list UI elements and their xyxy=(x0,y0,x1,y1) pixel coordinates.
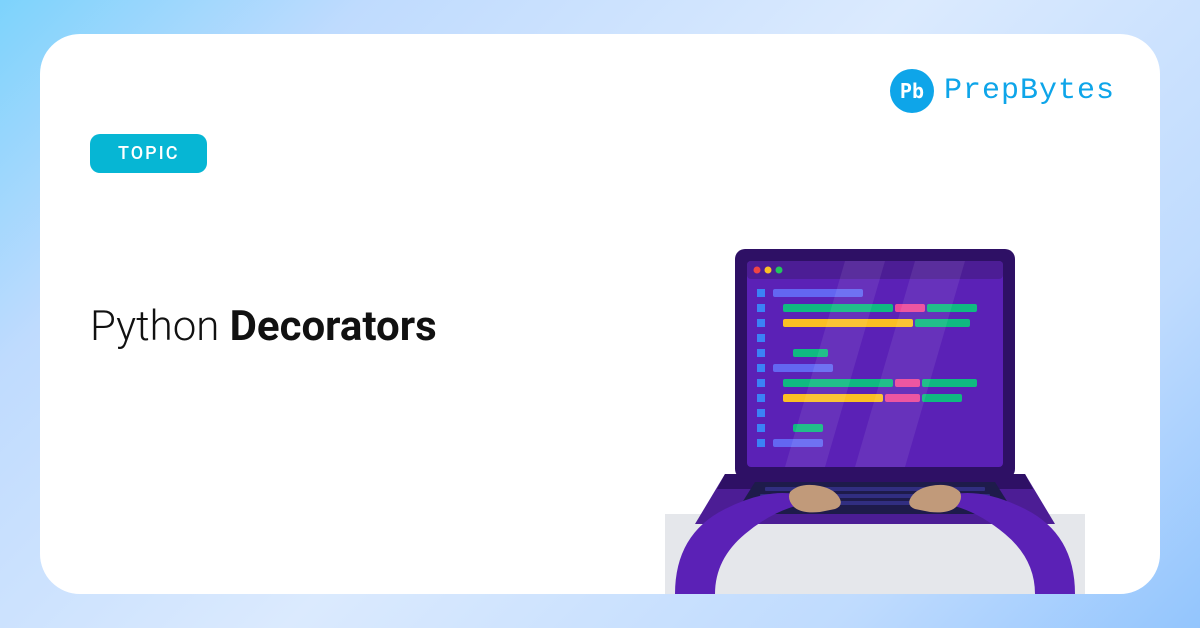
topic-badge: TOPIC xyxy=(90,134,207,173)
brand-icon: Pb xyxy=(890,69,934,113)
topic-badge-label: TOPIC xyxy=(118,143,179,164)
title-light: Python xyxy=(90,302,230,351)
brand-icon-text: Pb xyxy=(900,79,924,103)
content-card: Pb PrepBytes TOPIC Python Decorators xyxy=(40,34,1160,594)
brand-name: PrepBytes xyxy=(944,74,1115,108)
laptop-coding-illustration xyxy=(625,194,1125,594)
page-title: Python Decorators xyxy=(90,302,437,351)
brand-logo: Pb PrepBytes xyxy=(890,69,1115,113)
title-bold: Decorators xyxy=(230,302,437,351)
